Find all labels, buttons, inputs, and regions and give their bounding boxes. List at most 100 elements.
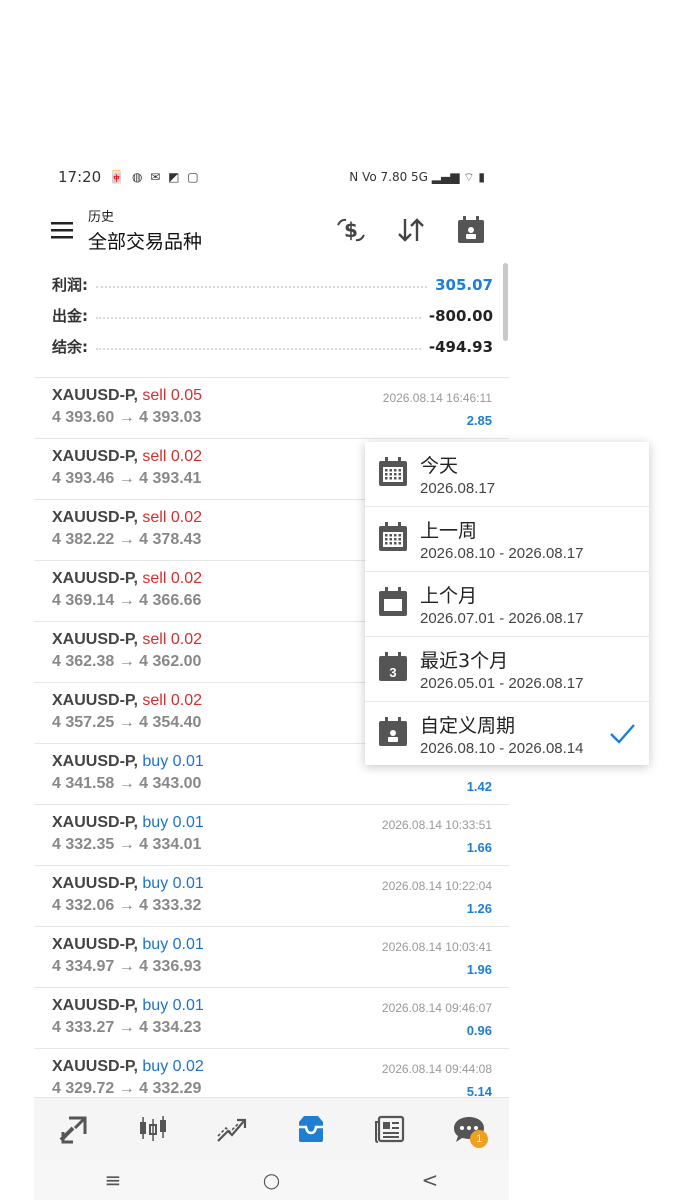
- trade-side: sell 0.02: [142, 509, 202, 526]
- calendar-month-icon: [379, 587, 407, 616]
- trade-symbol: XAUUSD-P, sell 0.02: [52, 448, 202, 466]
- history-icon: [299, 1116, 324, 1142]
- trade-side: buy 0.01: [142, 936, 203, 953]
- side-text: sell: [142, 692, 167, 709]
- trade-side: sell 0.02: [142, 570, 202, 587]
- svg-text:$: $: [344, 218, 358, 242]
- period-option[interactable]: 今天 2026.08.17: [365, 442, 649, 506]
- trade-side: sell 0.05: [142, 387, 202, 404]
- side-text: sell: [142, 570, 167, 587]
- trade-prices: 4 333.27 → 4 334.23: [52, 1019, 202, 1036]
- period-option[interactable]: 自定义周期 2026.08.10 - 2026.08.14: [365, 701, 649, 766]
- trade-side: buy 0.01: [142, 753, 203, 770]
- symbol-name: XAUUSD-P,: [52, 753, 138, 770]
- bottom-nav: 1: [34, 1097, 509, 1160]
- period-range: 2026.08.10 - 2026.08.17: [420, 545, 584, 562]
- trade-profit: 0.96: [466, 1023, 492, 1038]
- side-text: sell: [142, 448, 167, 465]
- toolbar-titles[interactable]: 历史 全部交易品种: [88, 206, 329, 254]
- trade-side: buy 0.01: [142, 875, 203, 892]
- trade-time: 2026.08.14 10:22:04: [381, 879, 492, 893]
- trade-row[interactable]: XAUUSD-P, buy 0.01 4 333.27 → 4 334.23 202…: [34, 987, 509, 1048]
- quotes-icon: [59, 1116, 87, 1144]
- trade-row[interactable]: XAUUSD-P, buy 0.01 4 332.35 → 4 334.01 202…: [34, 804, 509, 865]
- trade-symbol: XAUUSD-P, buy 0.01: [52, 936, 204, 954]
- period-option[interactable]: 3 最近3个月 2026.05.01 - 2026.08.17: [365, 636, 649, 701]
- symbol-name: XAUUSD-P,: [52, 631, 138, 648]
- system-nav-bar: ≡ ○ <: [34, 1159, 509, 1200]
- trade-symbol: XAUUSD-P, sell 0.02: [52, 631, 202, 649]
- svg-text:3: 3: [389, 665, 396, 680]
- period-option[interactable]: 上一周 2026.08.10 - 2026.08.17: [365, 506, 649, 571]
- period-label: 自定义周期: [420, 715, 516, 737]
- trade-side: sell 0.02: [142, 631, 202, 648]
- trade-volume: 0.02: [170, 692, 203, 709]
- trade-row[interactable]: XAUUSD-P, sell 0.05 4 393.60 → 4 393.03 20…: [34, 377, 509, 438]
- summary-row-withdrawal: 出金: -800.00: [34, 300, 509, 331]
- period-label: 今天: [420, 455, 459, 477]
- trade-time: 2026.08.14 09:44:08: [381, 1062, 492, 1076]
- trade-prices: 4 341.58 → 4 343.00: [52, 775, 202, 792]
- period-button[interactable]: [449, 208, 493, 252]
- home-icon[interactable]: ○: [263, 1168, 280, 1192]
- status-bar: 17:20 🀄 ◍ ✉ ◩ ▢ N Vo 7.80 5G ▂▄▆ ⌔ ▮: [34, 155, 509, 199]
- trade-prices: 4 329.72 → 4 332.29: [52, 1080, 202, 1097]
- calendar-today-icon: [379, 457, 407, 486]
- period-dropdown-menu: 今天 2026.08.17 上一周 2026.08.10 - 2026.08.17 上个…: [365, 442, 649, 765]
- trade-prices: 4 382.22 → 4 378.43: [52, 531, 202, 548]
- menu-button[interactable]: [38, 205, 88, 255]
- checkmark-icon: [610, 724, 635, 744]
- trade-symbol: XAUUSD-P, buy 0.01: [52, 875, 204, 893]
- trade-profit: 1.96: [466, 962, 492, 977]
- side-text: sell: [142, 387, 167, 404]
- trade-prices: 4 332.06 → 4 333.32: [52, 897, 202, 914]
- symbol-name: XAUUSD-P,: [52, 997, 138, 1014]
- sort-button[interactable]: [389, 208, 433, 252]
- nav-trade[interactable]: [207, 1104, 257, 1154]
- trade-volume: 0.05: [170, 387, 203, 404]
- trade-volume: 0.01: [172, 936, 204, 953]
- side-text: buy: [142, 997, 169, 1014]
- trade-row[interactable]: XAUUSD-P, buy 0.01 4 332.06 → 4 333.32 202…: [34, 865, 509, 926]
- trade-prices: 4 332.35 → 4 334.01: [52, 836, 202, 853]
- summary-panel: 利润: 305.07 出金: -800.00 结余: -494.93: [34, 269, 509, 362]
- trade-side: sell 0.02: [142, 692, 202, 709]
- trade-volume: 0.02: [170, 631, 203, 648]
- trade-side: sell 0.02: [142, 448, 202, 465]
- symbol-name: XAUUSD-P,: [52, 509, 138, 526]
- nav-chart[interactable]: [128, 1104, 178, 1154]
- trade-symbol: XAUUSD-P, sell 0.02: [52, 570, 202, 588]
- trade-volume: 0.02: [170, 509, 203, 526]
- period-range: 2026.08.17: [420, 480, 496, 497]
- back-icon[interactable]: <: [422, 1168, 439, 1192]
- symbol-name: XAUUSD-P,: [52, 387, 138, 404]
- trade-prices: 4 393.46 → 4 393.41: [52, 470, 202, 487]
- deposit-filter-button[interactable]: $: [329, 208, 373, 252]
- trade-prices: 4 362.38 → 4 362.00: [52, 653, 202, 670]
- symbol-name: XAUUSD-P,: [52, 814, 138, 831]
- summary-row-balance: 结余: -494.93: [34, 331, 509, 362]
- side-text: sell: [142, 631, 167, 648]
- nav-messages[interactable]: 1: [444, 1104, 494, 1154]
- recent-apps-icon[interactable]: ≡: [105, 1168, 122, 1192]
- period-range: 2026.07.01 - 2026.08.17: [420, 610, 584, 627]
- calendar-3-icon: 3: [379, 652, 407, 681]
- period-option[interactable]: 上个月 2026.07.01 - 2026.08.17: [365, 571, 649, 636]
- trade-prices: 4 357.25 → 4 354.40: [52, 714, 202, 731]
- trade-side: buy 0.01: [142, 814, 203, 831]
- trade-time: 2026.08.14 10:03:41: [381, 940, 492, 954]
- news-icon: [375, 1115, 405, 1143]
- nav-quotes[interactable]: [49, 1104, 99, 1154]
- summary-value: -494.93: [428, 337, 493, 356]
- nav-news[interactable]: [365, 1104, 415, 1154]
- trade-prices: 4 369.14 → 4 366.66: [52, 592, 202, 609]
- scrollbar[interactable]: [503, 263, 508, 341]
- hamburger-icon: [51, 222, 73, 239]
- trade-profit: 1.42: [466, 779, 492, 794]
- symbol-name: XAUUSD-P,: [52, 448, 138, 465]
- period-range: 2026.05.01 - 2026.08.17: [420, 675, 584, 692]
- trade-profit: 1.66: [466, 840, 492, 855]
- trade-row[interactable]: XAUUSD-P, buy 0.01 4 334.97 → 4 336.93 202…: [34, 926, 509, 987]
- trade-symbol: XAUUSD-P, buy 0.02: [52, 1058, 204, 1076]
- nav-history[interactable]: [286, 1104, 336, 1154]
